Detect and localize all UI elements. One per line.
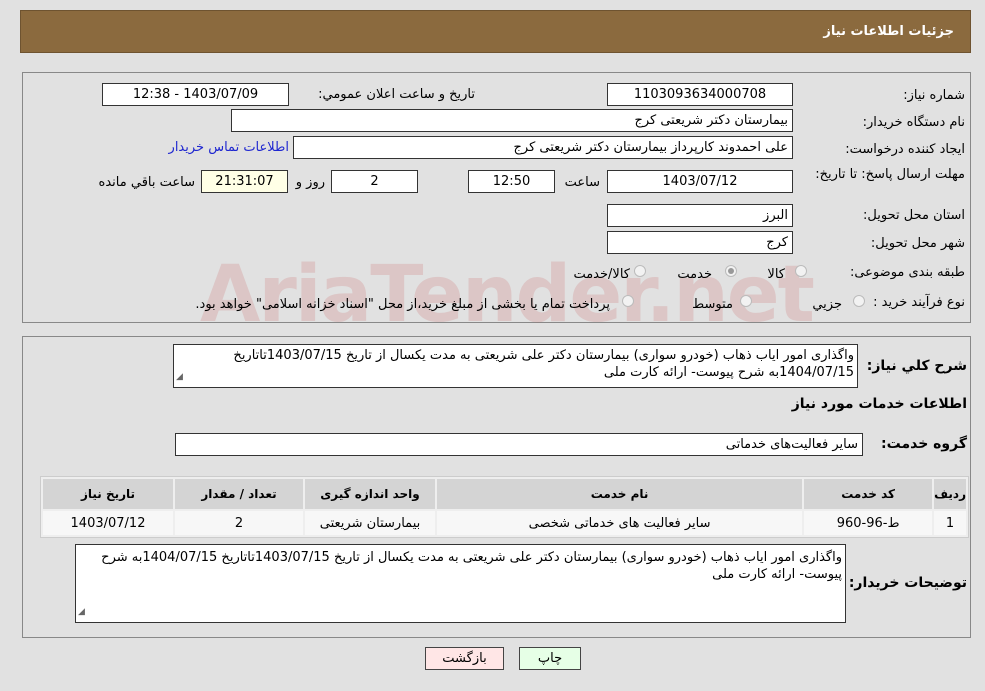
category-radio-service[interactable] bbox=[725, 265, 737, 277]
need-number-label: شماره نیاز: bbox=[903, 88, 965, 103]
category-label: طبقه بندی موضوعی: bbox=[849, 265, 965, 280]
page-header: جزئیات اطلاعات نیاز bbox=[20, 10, 971, 53]
summary-textarea[interactable]: واگذاری امور اياب ذهاب (خودرو سواری) بیم… bbox=[173, 344, 858, 388]
category-option-goods-service: کالا/خدمت bbox=[573, 267, 630, 282]
col-unit: واحد اندازه گیری bbox=[305, 479, 435, 509]
buyer-notes-label: توضیحات خریدار: bbox=[848, 575, 967, 591]
city-label: شهر محل تحویل: bbox=[870, 236, 965, 251]
table-row: 1 ط-96-960 سایر فعالیت های خدماتی شخصی ب… bbox=[43, 511, 966, 535]
buyer-contact-link[interactable]: اطلاعات تماس خریدار bbox=[169, 140, 289, 155]
buyer-notes-text: واگذاری امور اياب ذهاب (خودرو سواری) بیم… bbox=[101, 550, 842, 582]
summary-label: شرح کلي نیاز: bbox=[866, 358, 967, 374]
deadline-date-field: 1403/07/12 bbox=[607, 170, 793, 193]
process-option-small: جزیي bbox=[812, 297, 842, 312]
province-label: استان محل تحویل: bbox=[863, 208, 965, 223]
col-qty: تعداد / مقدار bbox=[175, 479, 303, 509]
process-radio-small[interactable] bbox=[853, 295, 865, 307]
announce-label: تاریخ و ساعت اعلان عمومي: bbox=[318, 87, 475, 102]
col-name: نام خدمت bbox=[437, 479, 803, 509]
process-radio-treasury[interactable] bbox=[622, 295, 634, 307]
buyer-org-label: نام دستگاه خریدار: bbox=[862, 115, 965, 130]
time-label: ساعت bbox=[564, 175, 600, 190]
print-button[interactable]: چاپ bbox=[519, 647, 581, 670]
services-title: اطلاعات خدمات مورد نیاز bbox=[791, 396, 967, 412]
creator-label: ایجاد کننده درخواست: bbox=[845, 142, 965, 157]
services-table: ردیف کد خدمت نام خدمت واحد اندازه گیری ت… bbox=[40, 476, 969, 538]
col-row: ردیف bbox=[934, 479, 966, 509]
cell-date: 1403/07/12 bbox=[43, 511, 173, 535]
category-radio-goods[interactable] bbox=[795, 265, 807, 277]
cell-qty: 2 bbox=[175, 511, 303, 535]
category-option-service: خدمت bbox=[677, 267, 712, 282]
col-code: کد خدمت bbox=[804, 479, 933, 509]
category-radio-goods-service[interactable] bbox=[634, 265, 646, 277]
resize-grip-icon[interactable]: ◢ bbox=[176, 369, 183, 386]
resize-grip-icon[interactable]: ◢ bbox=[78, 604, 85, 621]
cell-code: ط-96-960 bbox=[804, 511, 933, 535]
service-group-label: گروه خدمت: bbox=[881, 436, 967, 452]
process-option-medium: متوسط bbox=[692, 297, 733, 312]
watermark-logo: AriaTender.net bbox=[200, 250, 815, 340]
remaining-label: ساعت باقي مانده bbox=[98, 175, 195, 190]
summary-text: واگذاری امور اياب ذهاب (خودرو سواری) بیم… bbox=[233, 348, 854, 380]
buyer-notes-textarea[interactable]: واگذاری امور اياب ذهاب (خودرو سواری) بیم… bbox=[75, 544, 846, 623]
service-group-field: سایر فعالیت‌های خدماتی bbox=[175, 433, 863, 456]
cell-unit: بیمارستان شریعتی bbox=[305, 511, 435, 535]
remaining-time-field: 21:31:07 bbox=[201, 170, 288, 193]
cell-row: 1 bbox=[934, 511, 966, 535]
process-label: نوع فرآیند خرید : bbox=[873, 295, 965, 310]
cell-name: سایر فعالیت های خدماتی شخصی bbox=[437, 511, 803, 535]
days-field: 2 bbox=[331, 170, 418, 193]
deadline-label: مهلت ارسال پاسخ: تا تاریخ: bbox=[815, 167, 965, 182]
col-date: تاریخ نیاز bbox=[43, 479, 173, 509]
back-button[interactable]: بازگشت bbox=[425, 647, 504, 670]
city-field: کرج bbox=[607, 231, 793, 254]
buyer-org-field: بیمارستان دکتر شریعتی کرج bbox=[231, 109, 793, 132]
province-field: البرز bbox=[607, 204, 793, 227]
days-label: روز و bbox=[295, 175, 325, 190]
process-note: پرداخت تمام یا بخشی از مبلغ خرید،از محل … bbox=[195, 297, 610, 312]
category-option-goods: کالا bbox=[767, 267, 785, 282]
need-number-field: 1103093634000708 bbox=[607, 83, 793, 106]
announce-field: 1403/07/09 - 12:38 bbox=[102, 83, 289, 106]
process-radio-medium[interactable] bbox=[740, 295, 752, 307]
creator-field: علی احمدوند کارپرداز بیمارستان دکتر شریع… bbox=[293, 136, 793, 159]
deadline-time-field: 12:50 bbox=[468, 170, 555, 193]
